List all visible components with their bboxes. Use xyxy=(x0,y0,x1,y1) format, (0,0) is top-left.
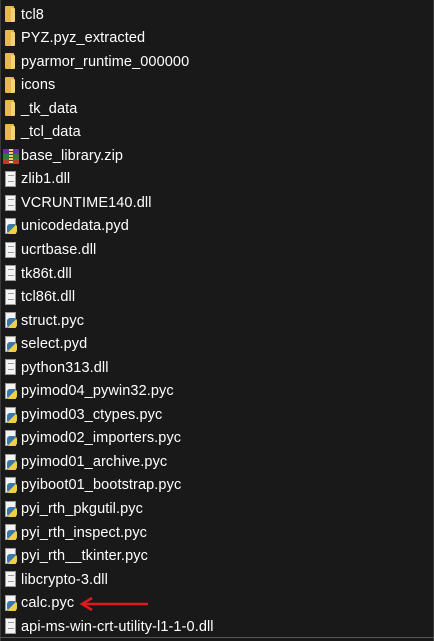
list-item[interactable]: zlib1.dll xyxy=(0,168,434,192)
divider xyxy=(0,637,434,638)
folder-icon xyxy=(3,29,19,47)
python-file-icon xyxy=(3,218,19,235)
list-item[interactable]: PYZ.pyz_extracted xyxy=(0,27,434,51)
list-item[interactable]: _tk_data xyxy=(0,97,434,121)
dll-file-icon xyxy=(3,618,19,635)
file-name: PYZ.pyz_extracted xyxy=(21,30,146,47)
file-name: pyi_rth__tkinter.pyc xyxy=(21,548,148,565)
list-item[interactable]: struct.pyc xyxy=(0,309,434,333)
file-name: zlib1.dll xyxy=(21,171,71,188)
file-name: tcl8 xyxy=(21,6,44,23)
file-name: tk86t.dll xyxy=(21,265,72,282)
file-name: base_library.zip xyxy=(21,147,124,164)
list-item[interactable]: tcl86t.dll xyxy=(0,286,434,310)
python-file-icon xyxy=(3,312,19,329)
folder-icon xyxy=(3,76,19,94)
list-item[interactable]: api-ms-win-crt-utility-l1-1-0.dll xyxy=(0,615,434,639)
file-name: VCRUNTIME140.dll xyxy=(21,194,152,211)
list-item[interactable]: unicodedata.pyd xyxy=(0,215,434,239)
python-file-icon xyxy=(3,547,19,565)
list-item[interactable]: icons xyxy=(0,74,434,98)
file-name: pyiboot01_bootstrap.pyc xyxy=(21,477,182,494)
folder-icon xyxy=(3,6,19,23)
file-name: tcl86t.dll xyxy=(21,289,76,306)
python-file-icon xyxy=(3,383,19,400)
list-item[interactable]: _tcl_data xyxy=(0,121,434,145)
file-name: pyi_rth_pkgutil.pyc xyxy=(21,501,143,517)
dll-file-icon xyxy=(3,571,19,588)
red-arrow-annotation xyxy=(79,596,148,612)
file-name: pyimod02_importers.pyc xyxy=(21,430,182,447)
file-name: icons xyxy=(21,77,56,94)
list-item[interactable]: pyimod02_importers.pyc xyxy=(0,427,434,451)
list-item[interactable]: ucrtbase.dll xyxy=(0,238,434,262)
file-name: pyarmor_runtime_000000 xyxy=(21,53,190,70)
list-item[interactable]: libcrypto-3.dll xyxy=(0,568,434,592)
python-file-icon xyxy=(3,594,19,612)
list-item[interactable]: pyi_rth__tkinter.pyc xyxy=(0,545,434,569)
dll-file-icon xyxy=(3,265,19,282)
file-name: pyimod04_pywin32.pyc xyxy=(21,383,174,400)
file-name: pyi_rth_inspect.pyc xyxy=(21,524,148,541)
list-item[interactable]: base_library.zip xyxy=(0,144,434,168)
list-item[interactable]: pyimod04_pywin32.pyc xyxy=(0,380,434,404)
python-file-icon xyxy=(3,335,19,353)
file-name: select.pyd xyxy=(21,336,88,353)
list-item[interactable]: tcl8 xyxy=(0,3,434,27)
python-file-icon xyxy=(3,500,19,518)
zip-archive-icon xyxy=(3,148,19,165)
file-name: pyimod03_ctypes.pyc xyxy=(21,406,163,423)
folder-icon xyxy=(3,100,19,117)
list-item[interactable]: pyiboot01_bootstrap.pyc xyxy=(0,474,434,498)
dll-file-icon xyxy=(3,194,19,212)
file-name: ucrtbase.dll xyxy=(21,241,97,258)
file-name: api-ms-win-crt-utility-l1-1-0.dll xyxy=(21,618,214,635)
file-name: struct.pyc xyxy=(21,312,85,329)
list-item[interactable]: tk86t.dll xyxy=(0,262,434,286)
list-item[interactable]: select.pyd xyxy=(0,333,434,357)
python-file-icon xyxy=(3,430,19,447)
folder-icon xyxy=(3,53,19,70)
dll-file-icon xyxy=(3,288,19,306)
dll-file-icon xyxy=(3,171,19,188)
python-file-icon xyxy=(3,453,19,471)
list-item[interactable]: pyimod03_ctypes.pyc xyxy=(0,403,434,427)
folder-icon xyxy=(3,124,19,141)
python-file-icon xyxy=(3,524,19,541)
list-item[interactable]: pyarmor_runtime_000000 xyxy=(0,50,434,74)
dll-file-icon xyxy=(3,359,19,376)
file-name: calc.pyc xyxy=(21,595,75,612)
list-item[interactable]: pyi_rth_inspect.pyc xyxy=(0,521,434,545)
file-list: tcl8 PYZ.pyz_extracted pyarmor_runtime_0… xyxy=(0,3,434,639)
list-item-calc[interactable]: calc.pyc xyxy=(0,592,434,616)
file-name: _tcl_data xyxy=(21,124,81,141)
list-item[interactable]: python313.dll xyxy=(0,356,434,380)
list-item[interactable]: VCRUNTIME140.dll xyxy=(0,191,434,215)
dll-file-icon xyxy=(3,241,19,259)
list-item[interactable]: pyimod01_archive.pyc xyxy=(0,450,434,474)
file-name: libcrypto-3.dll xyxy=(21,571,108,588)
python-file-icon xyxy=(3,477,19,494)
python-file-icon xyxy=(3,406,19,424)
file-name: python313.dll xyxy=(21,359,109,376)
file-name: _tk_data xyxy=(21,100,78,117)
list-item[interactable]: pyi_rth_pkgutil.pyc xyxy=(0,497,434,521)
file-name: pyimod01_archive.pyc xyxy=(21,453,168,470)
file-name: unicodedata.pyd xyxy=(21,218,129,235)
